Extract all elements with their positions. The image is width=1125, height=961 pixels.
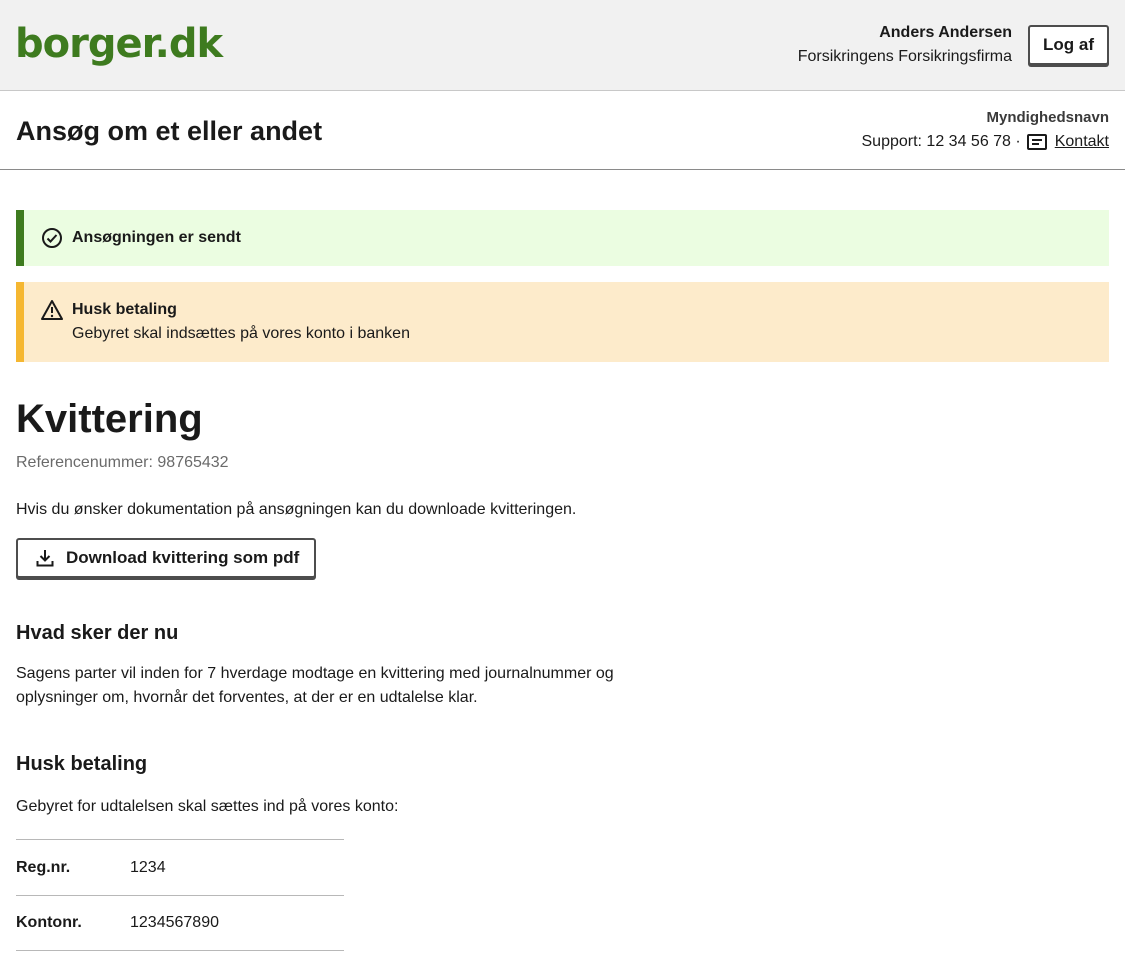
account-row-label: Reg.nr. (16, 858, 71, 876)
account-table: Reg.nr. 1234 Kontonr. 1234567890 (16, 839, 344, 951)
account-row: Reg.nr. 1234 (16, 839, 344, 895)
logout-button[interactable]: Log af (1028, 25, 1109, 65)
user-name: Anders Andersen (879, 24, 1012, 41)
service-title: Ansøg om et eller andet (16, 116, 323, 146)
account-row-value: 1234 (130, 858, 166, 876)
next-steps-heading: Hvad sker der nu (16, 622, 179, 644)
user-organization: Forsikringens Forsikringsfirma (797, 48, 1012, 65)
support-line: Support: 12 34 56 78 · Kontakt (861, 128, 1109, 156)
authority-info: Myndighedsnavn Support: 12 34 56 78 · Ko… (861, 108, 1109, 156)
message-icon (1026, 134, 1047, 150)
download-receipt-label: Download kvittering som pdf (66, 548, 300, 567)
authority-name: Myndighedsnavn (986, 109, 1109, 126)
next-steps-text: Sagens parter vil inden for 7 hverdage m… (16, 665, 614, 706)
payment-text: Gebyret for udtalelsen skal sættes ind p… (16, 798, 399, 815)
warning-alert-title: Husk betaling (72, 301, 177, 318)
download-receipt-button[interactable]: Download kvittering som pdf (16, 538, 316, 578)
contact-link[interactable]: Kontakt (1055, 128, 1109, 156)
site-header: borger.dk Anders Andersen Forsikringens … (0, 0, 1125, 91)
support-phone: Support: 12 34 56 78 · (861, 133, 1021, 150)
user-info: Anders Andersen Forsikringens Forsikring… (798, 22, 1012, 70)
borger-dk-logo[interactable]: borger.dk (15, 18, 223, 70)
account-row: Kontonr. 1234567890 (16, 895, 344, 951)
check-circle-icon (42, 228, 62, 248)
documentation-text: Hvis du ønsker dokumentation på ansøgnin… (16, 501, 577, 518)
account-row-value: 1234567890 (130, 914, 219, 931)
warning-alert-text: Gebyret skal indsættes på vores konto i … (72, 325, 410, 342)
reference-number: Referencenummer: 98765432 (16, 454, 229, 471)
download-icon (36, 550, 54, 567)
account-row-label: Kontonr. (16, 914, 82, 931)
receipt-title: Kvittering (16, 397, 203, 441)
service-header: Ansøg om et eller andet Myndighedsnavn S… (0, 92, 1125, 170)
payment-heading: Husk betaling (16, 753, 148, 775)
warning-alert: Husk betaling Gebyret skal indsættes på … (16, 282, 1109, 362)
success-alert-title: Ansøgningen er sendt (72, 229, 241, 246)
warning-triangle-icon (41, 300, 63, 320)
success-alert: Ansøgningen er sendt (16, 210, 1109, 266)
